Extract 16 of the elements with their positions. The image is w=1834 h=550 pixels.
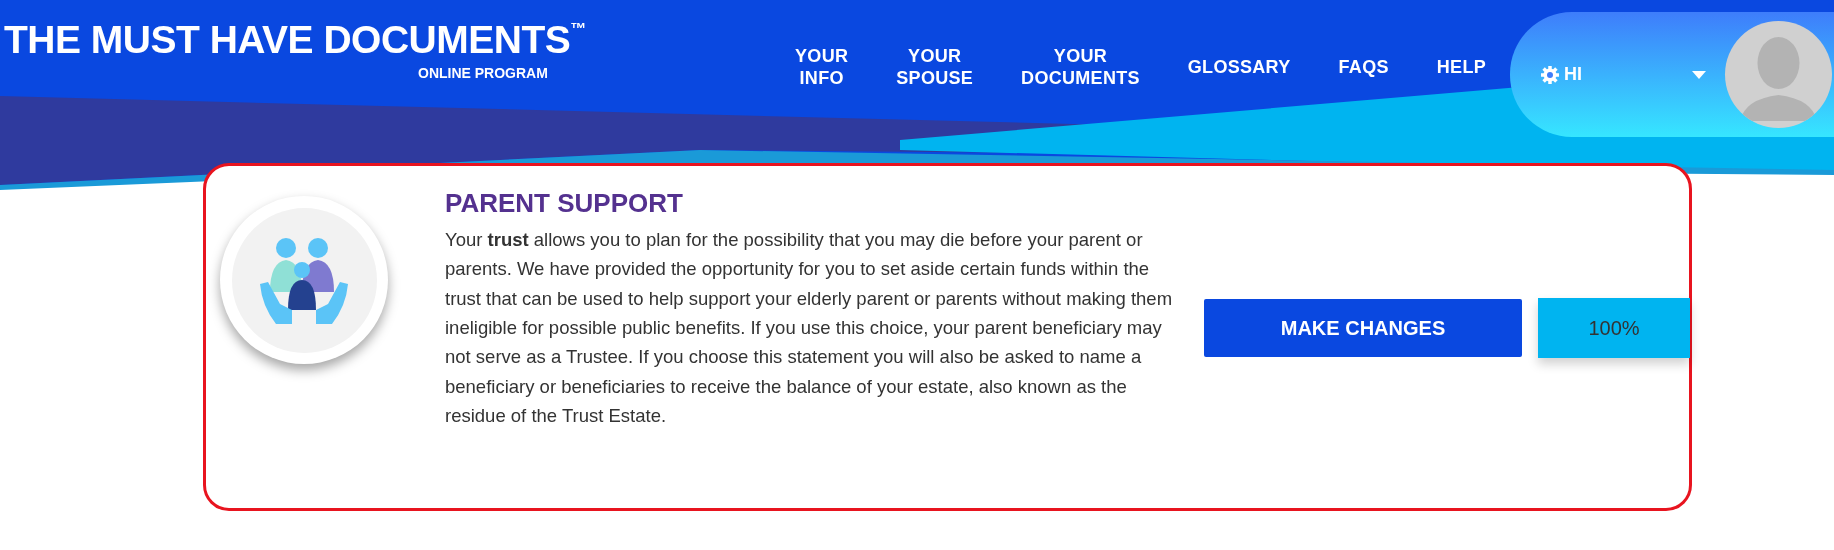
logo-subtitle: ONLINE PROGRAM — [418, 64, 549, 83]
nav-link[interactable]: HELP — [1436, 57, 1486, 79]
progress-badge: 100% — [1538, 298, 1690, 358]
logo[interactable]: THE MUST HAVE DOCUMENTS$^{™}$ — [4, 20, 586, 59]
caret-icon — [1692, 70, 1706, 79]
nav-link[interactable]: GLOSSARY — [1187, 57, 1291, 79]
card-description: Your trust allows you to plan for the possibility that you may die before your parent or parents. We have provided the opportunity for you to set aside certain funds within the trust that can be used to help support your elderly parent or parents without making them ineligible for possible public benefits. If you use this choice, your parent beneficiary may not serve as a Trustee. If you choose this statement you will also be asked to name a beneficiary or beneficiaries to receive the balance of your estate, also known as the residue of the Trust Estate. — [445, 228, 1174, 428]
greeting: HI — [1564, 63, 1582, 86]
nav-link[interactable]: YOUR DOCUMENTS — [1021, 46, 1140, 90]
nav-link[interactable]: YOUR INFO — [795, 46, 849, 90]
make-changes-button[interactable]: MAKE CHANGES — [1204, 299, 1522, 357]
card-title: PARENT SUPPORT — [445, 188, 684, 220]
settings-icon — [1540, 64, 1560, 85]
family-care-icon — [220, 196, 388, 364]
nav-link[interactable]: FAQS — [1338, 57, 1389, 79]
nav-link[interactable]: YOUR SPOUSE — [896, 46, 974, 90]
